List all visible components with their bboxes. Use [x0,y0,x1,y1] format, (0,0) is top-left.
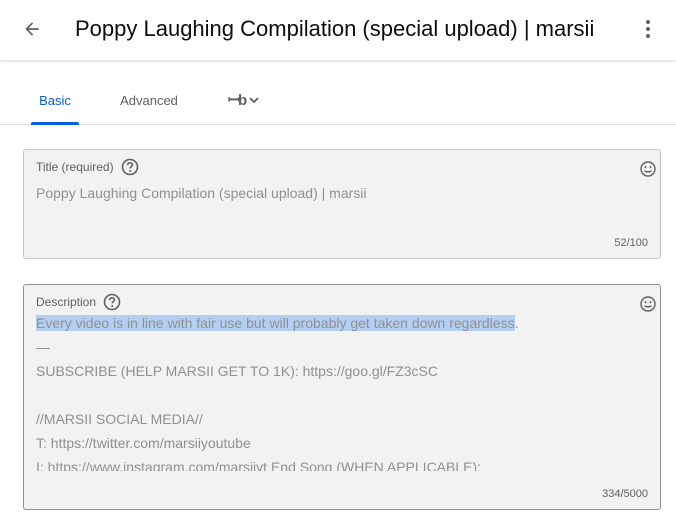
back-button[interactable] [18,15,46,43]
description-input[interactable]: Every video is in line with fair use but… [36,311,628,471]
arrow-back-icon [25,22,39,36]
selected-text: Every video is in line with fair use but… [36,315,515,331]
more-vert-icon [646,20,650,38]
title-field[interactable]: Title (required) Poppy Laughing Compilat… [23,149,661,259]
help-icon[interactable] [121,158,139,176]
emoji-icon[interactable] [639,160,657,178]
tab-translations[interactable]: ꟷb [222,76,266,124]
page-title: Poppy Laughing Compilation (special uplo… [75,16,595,41]
chevron-down-icon [249,97,259,104]
description-char-count: 334/5000 [602,488,648,500]
description-text: — SUBSCRIBE (HELP MARSII GET TO 1K): htt… [36,339,482,471]
title-input[interactable]: Poppy Laughing Compilation (special uplo… [36,181,628,205]
top-bar: Poppy Laughing Compilation (special uplo… [0,0,676,60]
description-field[interactable]: Description Every video is in line with … [23,284,661,510]
title-field-label: Title (required) [36,158,139,176]
selected-text-tail: . [514,315,519,331]
help-icon[interactable] [103,293,121,311]
description-field-label: Description [36,293,121,311]
tab-advanced[interactable]: Advanced [113,76,185,124]
translate-icon: ꟷb [227,92,247,109]
title-char-count: 52/100 [614,237,648,249]
tab-bar: Basic Advanced ꟷb [0,76,676,125]
tab-basic[interactable]: Basic [31,76,79,125]
more-options-button[interactable] [636,15,660,43]
emoji-icon[interactable] [639,295,657,313]
